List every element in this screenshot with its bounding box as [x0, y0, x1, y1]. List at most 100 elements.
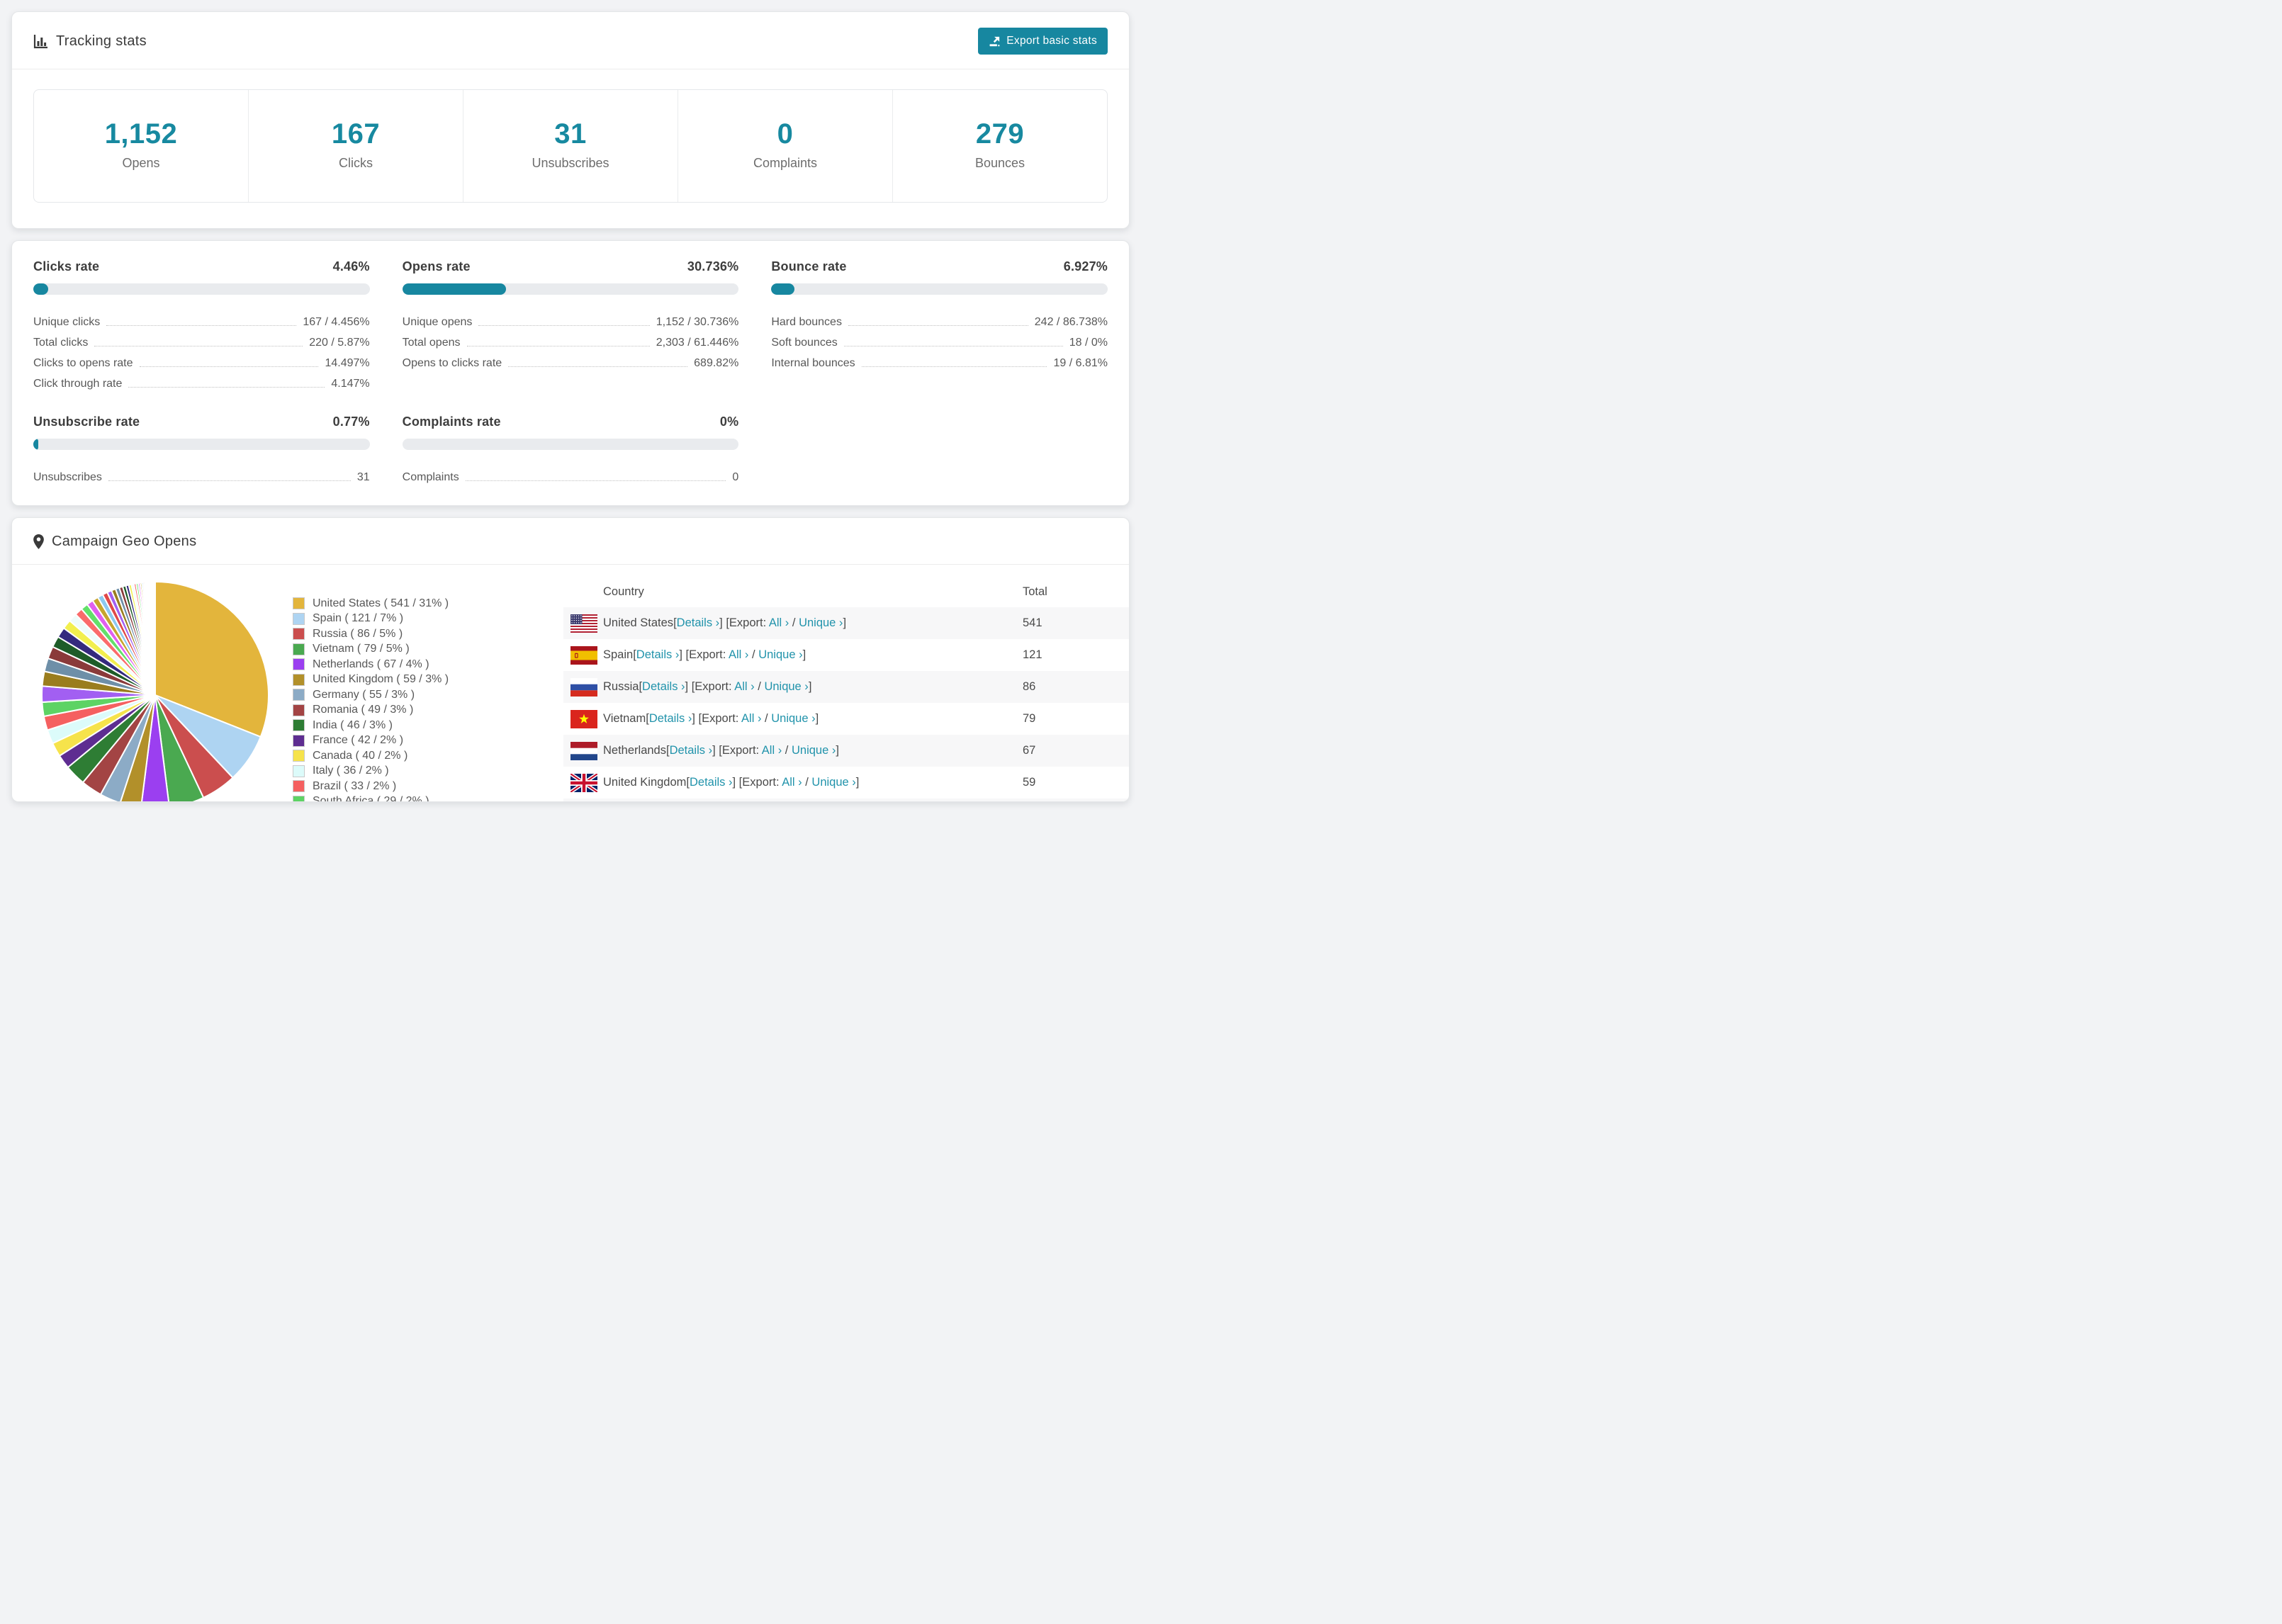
- metric-name: Clicks rate: [33, 259, 100, 274]
- dotted-leader: [465, 480, 726, 481]
- legend-swatch: [293, 734, 305, 747]
- stat-label: Opens: [122, 156, 160, 170]
- stat-box-complaints: 0 Complaints: [678, 90, 892, 202]
- details-link[interactable]: Details ›: [642, 680, 685, 693]
- stat-value: 0: [777, 118, 794, 150]
- export-all-link[interactable]: All ›: [734, 680, 754, 693]
- metric-complaints-rate: Complaints rate 0% Complaints 0: [402, 415, 739, 484]
- details-link[interactable]: Details ›: [677, 616, 720, 629]
- metric-unsubscribe-rate: Unsubscribe rate 0.77% Unsubscribes 31: [33, 415, 370, 484]
- dotted-leader: [108, 480, 351, 481]
- legend-item-romania: Romania ( 49 / 3% ): [293, 703, 539, 718]
- details-link[interactable]: Details ›: [690, 776, 733, 789]
- legend-swatch: [293, 689, 305, 701]
- rate-row-label: Unique clicks: [33, 316, 101, 328]
- legend-item-vietnam: Vietnam ( 79 / 5% ): [293, 642, 539, 658]
- legend-label: Germany ( 55 / 3% ): [313, 688, 415, 701]
- export-unique-link[interactable]: Unique ›: [764, 680, 808, 693]
- gb-flag-icon: [563, 773, 603, 792]
- export-unique-link[interactable]: Unique ›: [758, 648, 802, 661]
- metric-value: 6.927%: [1063, 259, 1108, 274]
- stat-value: 1,152: [104, 118, 178, 150]
- rate-row-soft-bounces: Soft bounces 18 / 0%: [771, 329, 1108, 349]
- export-all-link[interactable]: All ›: [782, 776, 802, 789]
- legend-label: Spain ( 121 / 7% ): [313, 612, 404, 625]
- stat-value: 31: [554, 118, 587, 150]
- export-unique-link[interactable]: Unique ›: [799, 616, 843, 629]
- country-cell: Russia[Details ›] [Export: All › / Uniqu…: [603, 680, 812, 693]
- legend-label: India ( 46 / 3% ): [313, 718, 393, 731]
- legend-item-united-kingdom: United Kingdom ( 59 / 3% ): [293, 672, 539, 688]
- rate-row-value: 14.497%: [325, 357, 370, 369]
- geo-table-row-spain: Spain[Details ›] [Export: All › / Unique…: [563, 639, 1129, 671]
- export-unique-link[interactable]: Unique ›: [792, 744, 836, 757]
- geo-table-row-united-kingdom: United Kingdom[Details ›] [Export: All ›…: [563, 767, 1129, 799]
- details-link[interactable]: Details ›: [649, 712, 692, 725]
- rate-row-clicks-to-opens-rate: Clicks to opens rate 14.497%: [33, 349, 370, 370]
- legend-swatch: [293, 780, 305, 793]
- rate-row-value: 18 / 0%: [1069, 337, 1108, 349]
- legend-label: Canada ( 40 / 2% ): [313, 749, 408, 762]
- country-name: Spain: [603, 648, 634, 661]
- rate-row-value: 0: [732, 471, 739, 483]
- country-cell: Netherlands[Details ›] [Export: All › / …: [603, 744, 839, 757]
- stat-value: 279: [975, 118, 1025, 150]
- legend-item-south-africa: South Africa ( 29 / 2% ): [293, 794, 539, 802]
- export-unique-link[interactable]: Unique ›: [771, 712, 815, 725]
- metric-value: 30.736%: [687, 259, 739, 274]
- geo-pie-chart: [36, 575, 274, 801]
- export-all-link[interactable]: All ›: [762, 744, 782, 757]
- country-cell: United States[Details ›] [Export: All › …: [603, 616, 847, 629]
- metric-progress-fill: [402, 283, 506, 295]
- export-all-link[interactable]: All ›: [729, 648, 748, 661]
- rate-row-label: Opens to clicks rate: [402, 357, 502, 369]
- legend-swatch: [293, 628, 305, 641]
- campaign-overview-page: Tracking stats Export basic stats 1,152 O…: [0, 0, 1141, 812]
- metric-progress-track: [402, 283, 739, 295]
- metric-name: Complaints rate: [402, 415, 501, 429]
- legend-swatch: [293, 643, 305, 655]
- export-all-link[interactable]: All ›: [769, 616, 789, 629]
- metric-progress-track: [33, 439, 370, 450]
- country-cell: Spain[Details ›] [Export: All › / Unique…: [603, 648, 806, 661]
- export-unique-link[interactable]: Unique ›: [811, 776, 855, 789]
- metric-clicks-rate: Clicks rate 4.46% Unique clicks 167 / 4.456…: [33, 259, 370, 390]
- legend-swatch: [293, 597, 305, 610]
- tracking-stats-title-text: Tracking stats: [56, 33, 147, 49]
- legend-label: South Africa ( 29 / 2% ): [313, 795, 429, 802]
- stat-label: Clicks: [339, 156, 373, 170]
- rate-row-click-through-rate: Click through rate 4.147%: [33, 370, 370, 390]
- pie-slice-other: [154, 580, 156, 696]
- metric-opens-rate: Opens rate 30.736% Unique opens 1,152 / 30.…: [402, 259, 739, 390]
- stat-label: Complaints: [753, 156, 818, 170]
- geo-header: Campaign Geo Opens: [12, 518, 1129, 565]
- metric-value: 0%: [719, 415, 739, 429]
- metric-name: Bounce rate: [771, 259, 847, 274]
- geo-pie-legend: United States ( 541 / 31% ) Spain ( 121 /…: [293, 596, 539, 802]
- details-link[interactable]: Details ›: [670, 744, 713, 757]
- country-name: Russia: [603, 680, 639, 693]
- stat-box-clicks: 167 Clicks: [248, 90, 463, 202]
- dotted-leader: [848, 325, 1028, 326]
- legend-label: Netherlands ( 67 / 4% ): [313, 658, 429, 670]
- legend-item-canada: Canada ( 40 / 2% ): [293, 748, 539, 764]
- rate-row-label: Internal bounces: [771, 357, 855, 369]
- legend-item-india: India ( 46 / 3% ): [293, 718, 539, 733]
- legend-item-russia: Russia ( 86 / 5% ): [293, 626, 539, 642]
- rate-row-total-clicks: Total clicks 220 / 5.87%: [33, 329, 370, 349]
- export-basic-stats-button[interactable]: Export basic stats: [978, 28, 1108, 55]
- total-cell: 59: [1023, 776, 1036, 789]
- rate-row-label: Unique opens: [402, 316, 473, 328]
- details-link[interactable]: Details ›: [636, 648, 680, 661]
- vn-flag-icon: [563, 709, 603, 728]
- dotted-leader: [861, 366, 1047, 367]
- rate-row-unique-opens: Unique opens 1,152 / 30.736%: [403, 308, 739, 329]
- geo-table: Country Total United States[Details ›] […: [563, 576, 1129, 801]
- dotted-leader: [139, 366, 319, 367]
- legend-swatch: [293, 658, 305, 671]
- geo-table-header-country: Country: [603, 585, 644, 598]
- export-all-link[interactable]: All ›: [741, 712, 761, 725]
- rate-row-label: Click through rate: [33, 378, 123, 390]
- geo-table-header: Country Total: [563, 576, 1129, 607]
- legend-swatch: [293, 704, 305, 716]
